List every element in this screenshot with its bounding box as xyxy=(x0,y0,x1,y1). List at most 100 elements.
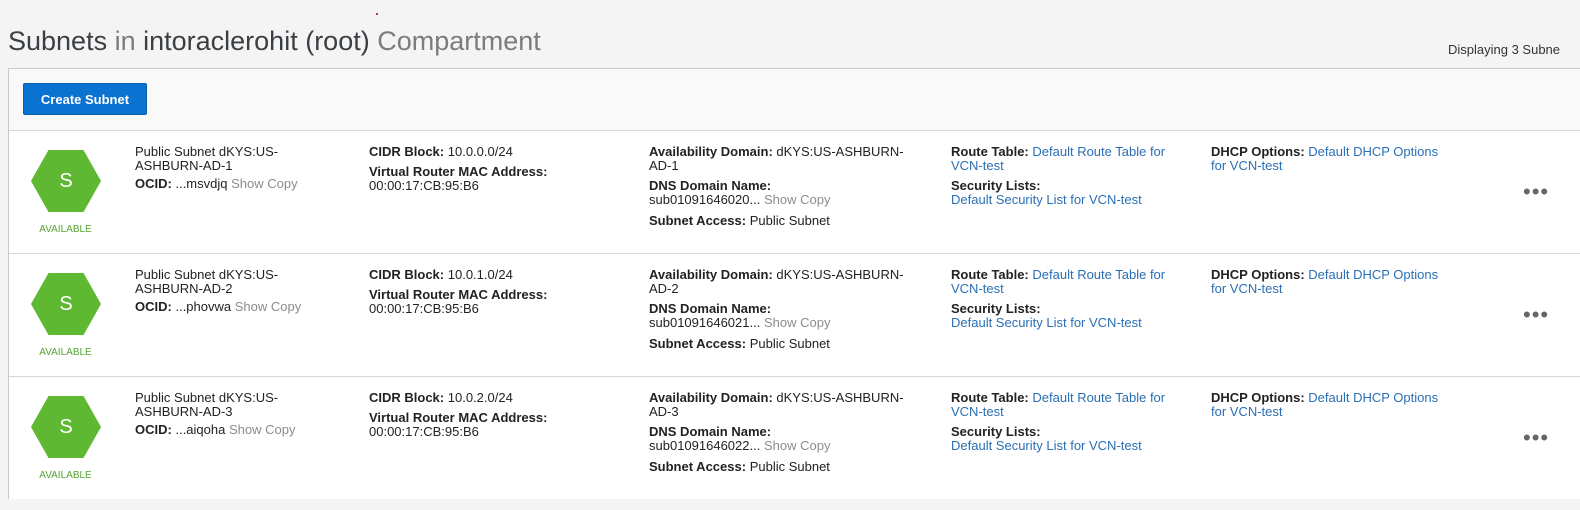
route-table-link-line2[interactable]: VCN-test xyxy=(951,159,1191,173)
dhcp-label: DHCP Options: xyxy=(1211,267,1305,282)
more-actions-icon[interactable]: ••• xyxy=(1523,427,1549,449)
security-list-link[interactable]: Default Security List for VCN-test xyxy=(951,193,1191,207)
subnet-icon-letter: S xyxy=(59,416,73,438)
security-list-link[interactable]: Default Security List for VCN-test xyxy=(951,316,1191,330)
ocid-show-link[interactable]: Show xyxy=(231,176,264,191)
subnet-name-column: Public Subnet dKYS:US- ASHBURN-AD-2 OCID… xyxy=(135,268,335,314)
mac-label: Virtual Router MAC Address: xyxy=(369,410,548,425)
subnet-name-line2: ASHBURN-AD-2 xyxy=(135,281,233,296)
displaying-count: Displaying 3 Subne xyxy=(1448,42,1561,57)
page-title: Subnets in intoraclerohit (root) Compart… xyxy=(8,26,541,57)
route-table-link-line2[interactable]: VCN-test xyxy=(951,405,1191,419)
dhcp-options-link[interactable]: Default DHCP Options xyxy=(1308,390,1438,405)
subnet-name-line1: Public Subnet dKYS:US- xyxy=(135,390,279,405)
security-lists-label: Security Lists: xyxy=(951,178,1041,193)
mac-value: 00:00:17:CB:95:B6 xyxy=(369,178,479,193)
route-table-link-line2[interactable]: VCN-test xyxy=(951,282,1191,296)
ad-value-line1: dKYS:US-ASHBURN- xyxy=(776,267,904,282)
dns-label: DNS Domain Name: xyxy=(649,301,772,316)
ad-value-line1: dKYS:US-ASHBURN- xyxy=(776,144,904,159)
cidr-column: CIDR Block: 10.0.0.0/24 Virtual Router M… xyxy=(369,145,609,193)
dns-label: DNS Domain Name: xyxy=(649,178,772,193)
availability-column: Availability Domain: dKYS:US-ASHBURN- AD… xyxy=(649,268,934,351)
ad-label: Availability Domain: xyxy=(649,144,773,159)
cidr-label: CIDR Block: xyxy=(369,144,445,159)
mac-value: 00:00:17:CB:95:B6 xyxy=(369,424,479,439)
ocid-label: OCID: xyxy=(135,176,172,191)
more-actions-icon[interactable]: ••• xyxy=(1523,304,1549,326)
access-label: Subnet Access: xyxy=(649,213,747,228)
more-actions-icon[interactable]: ••• xyxy=(1523,181,1549,203)
route-table-link[interactable]: Default Route Table for xyxy=(1032,390,1165,405)
mac-value: 00:00:17:CB:95:B6 xyxy=(369,301,479,316)
dns-copy-link[interactable]: Copy xyxy=(800,315,830,330)
security-lists-label: Security Lists: xyxy=(951,424,1041,439)
route-column: Route Table: Default Route Table for VCN… xyxy=(951,145,1191,207)
subnet-icon: S xyxy=(31,273,101,335)
access-value: Public Subnet xyxy=(749,213,830,228)
status-badge: AVAILABLE xyxy=(39,470,92,481)
dns-value: sub01091646022... xyxy=(649,438,761,453)
subnet-name-line2: ASHBURN-AD-1 xyxy=(135,158,233,173)
route-table-link[interactable]: Default Route Table for xyxy=(1032,267,1165,282)
availability-column: Availability Domain: dKYS:US-ASHBURN- AD… xyxy=(649,391,934,474)
dhcp-options-link[interactable]: Default DHCP Options xyxy=(1308,144,1438,159)
dhcp-options-link-line2[interactable]: for VCN-test xyxy=(1211,159,1471,173)
ocid-value: ...phovwa xyxy=(175,299,232,314)
dhcp-column: DHCP Options: Default DHCP Options for V… xyxy=(1211,145,1471,173)
ad-value-line2: AD-1 xyxy=(649,158,679,173)
access-value: Public Subnet xyxy=(749,459,830,474)
subnet-name-line1: Public Subnet dKYS:US- xyxy=(135,267,279,282)
ocid-label: OCID: xyxy=(135,422,172,437)
subnet-name[interactable]: Public Subnet dKYS:US- ASHBURN-AD-3 xyxy=(135,391,335,419)
subnet-name[interactable]: Public Subnet dKYS:US- ASHBURN-AD-2 xyxy=(135,268,335,296)
ocid-show-link[interactable]: Show xyxy=(235,299,268,314)
cidr-value: 10.0.0.0/24 xyxy=(447,144,513,159)
security-lists-label: Security Lists: xyxy=(951,301,1041,316)
dns-show-link[interactable]: Show xyxy=(764,315,797,330)
cidr-label: CIDR Block: xyxy=(369,267,445,282)
dhcp-options-link[interactable]: Default DHCP Options xyxy=(1308,267,1438,282)
access-label: Subnet Access: xyxy=(649,336,747,351)
dhcp-options-link-line2[interactable]: for VCN-test xyxy=(1211,282,1471,296)
security-list-link[interactable]: Default Security List for VCN-test xyxy=(951,439,1191,453)
route-table-link[interactable]: Default Route Table for xyxy=(1032,144,1165,159)
route-label: Route Table: xyxy=(951,390,1029,405)
ocid-value: ...aiqoha xyxy=(175,422,226,437)
subnet-icon: S xyxy=(31,396,101,458)
access-label: Subnet Access: xyxy=(649,459,747,474)
access-value: Public Subnet xyxy=(749,336,830,351)
subnet-row: S AVAILABLE Public Subnet dKYS:US- ASHBU… xyxy=(9,254,1580,377)
title-subnets: Subnets xyxy=(8,26,108,56)
subnet-row: S AVAILABLE Public Subnet dKYS:US- ASHBU… xyxy=(9,377,1580,499)
ad-value-line2: AD-3 xyxy=(649,404,679,419)
ocid-show-link[interactable]: Show xyxy=(229,422,262,437)
ocid-copy-link[interactable]: Copy xyxy=(267,176,297,191)
route-column: Route Table: Default Route Table for VCN… xyxy=(951,391,1191,453)
mac-label: Virtual Router MAC Address: xyxy=(369,164,548,179)
ocid-copy-link[interactable]: Copy xyxy=(265,422,295,437)
dhcp-label: DHCP Options: xyxy=(1211,390,1305,405)
dns-copy-link[interactable]: Copy xyxy=(800,438,830,453)
status-badge: AVAILABLE xyxy=(39,347,92,358)
title-compartment-name: intoraclerohit (root) xyxy=(143,26,370,56)
title-in: in xyxy=(114,26,136,56)
cidr-label: CIDR Block: xyxy=(369,390,445,405)
subnet-icon-letter: S xyxy=(59,293,73,315)
dns-show-link[interactable]: Show xyxy=(764,438,797,453)
subnet-row: S AVAILABLE Public Subnet dKYS:US- ASHBU… xyxy=(9,131,1580,254)
subnet-name-column: Public Subnet dKYS:US- ASHBURN-AD-3 OCID… xyxy=(135,391,335,437)
dhcp-options-link-line2[interactable]: for VCN-test xyxy=(1211,405,1471,419)
ocid-label: OCID: xyxy=(135,299,172,314)
dns-show-link[interactable]: Show xyxy=(764,192,797,207)
ocid-copy-link[interactable]: Copy xyxy=(271,299,301,314)
status-badge: AVAILABLE xyxy=(39,224,92,235)
toolbar: Create Subnet xyxy=(9,69,1580,131)
ad-value-line1: dKYS:US-ASHBURN- xyxy=(776,390,904,405)
subnet-name[interactable]: Public Subnet dKYS:US- ASHBURN-AD-1 xyxy=(135,145,335,173)
dhcp-label: DHCP Options: xyxy=(1211,144,1305,159)
create-subnet-button[interactable]: Create Subnet xyxy=(23,83,147,115)
ad-label: Availability Domain: xyxy=(649,390,773,405)
dns-copy-link[interactable]: Copy xyxy=(800,192,830,207)
dhcp-column: DHCP Options: Default DHCP Options for V… xyxy=(1211,268,1471,296)
